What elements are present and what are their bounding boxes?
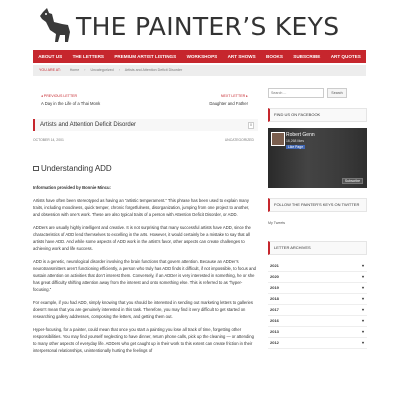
archive-year-item[interactable]: 2020 ▾: [268, 272, 367, 283]
facebook-page-plugin[interactable]: Robert Genn 16,268 likes Like Page Subsc…: [268, 128, 367, 188]
archive-year-item[interactable]: 2019 ▾: [268, 283, 367, 294]
twitter-widget-title: FOLLOW THE PAINTER’S KEYS ON TWITTER: [268, 198, 367, 212]
my-tweets-link[interactable]: My Tweets: [268, 221, 367, 225]
breadcrumb-separator: ›: [84, 68, 86, 72]
article-date: OCTOBER 14, 2001: [33, 138, 64, 142]
nav-item-books[interactable]: BOOKS: [261, 50, 288, 63]
article-paragraph: ADDers are usually highly intelligent an…: [33, 225, 251, 251]
archive-year-label: 2021: [270, 263, 279, 268]
archive-list: 2021 ▾ 2020 ▾ 2019 ▾ 2018 ▾ 2017 ▾ 2016 ▾ 2013…: [268, 261, 367, 349]
next-letter-label[interactable]: NEXT LETTER ▸: [221, 94, 248, 98]
article-body: Information provided by Bonnie Mincu: Ar…: [33, 184, 256, 360]
archive-year-label: 2018: [270, 296, 279, 301]
facebook-profile-thumbnail[interactable]: [271, 132, 285, 146]
chevron-down-icon: ▾: [361, 296, 364, 301]
sidebar: Search FIND US ON FACEBOOK Robert Genn 1…: [268, 88, 367, 349]
page: THE PAINTER’S KEYS ABOUT US THE LETTERS …: [0, 0, 400, 400]
search-input[interactable]: [268, 88, 324, 98]
chevron-down-icon: ▾: [361, 263, 364, 268]
article-category-link[interactable]: UNCATEGORIZED: [225, 138, 254, 142]
post-navigation: ◂ PREVIOUS LETTER A Day in the Life of a…: [33, 94, 256, 114]
article-title: Artists and Attention Deficit Disorder: [40, 122, 137, 128]
archive-year-label: 2020: [270, 274, 279, 279]
main-nav: ABOUT US THE LETTERS PREMIUM ARTIST LIST…: [33, 50, 366, 63]
facebook-subscribe-button[interactable]: Subscribe: [341, 178, 363, 184]
image-placeholder-icon: [33, 165, 39, 171]
nav-item-workshops[interactable]: WORKSHOPS: [181, 50, 222, 63]
archive-year-item[interactable]: 2012 ▾: [268, 338, 367, 349]
article-byline: Information provided by Bonnie Mincu:: [33, 185, 111, 190]
breadcrumb-home-link[interactable]: Home: [70, 68, 80, 72]
nav-item-premium-artist-listings[interactable]: PREMIUM ARTIST LISTINGS: [109, 50, 181, 63]
archive-year-label: 2019: [270, 285, 279, 290]
site-title[interactable]: THE PAINTER’S KEYS: [76, 13, 339, 41]
nav-item-about-us[interactable]: ABOUT US: [33, 50, 67, 63]
nav-item-art-quotes[interactable]: ART QUOTES: [326, 50, 367, 63]
previous-letter-link[interactable]: A Day in the Life of a Thai Monk: [41, 101, 100, 106]
subheading-text: Understanding ADD: [41, 163, 112, 173]
breadcrumb: YOU ARE AT: Home › Uncategorized › Artis…: [33, 65, 366, 76]
previous-letter-label[interactable]: ◂ PREVIOUS LETTER: [41, 94, 77, 98]
article-paragraph: Hyper-focusing, for a painter, could mea…: [33, 327, 254, 353]
breadcrumb-label: YOU ARE AT:: [39, 68, 61, 72]
facebook-page-name[interactable]: Robert Genn: [286, 132, 315, 138]
article-header: Artists and Attention Deficit Disorder 0: [33, 119, 258, 131]
nav-item-the-letters[interactable]: THE LETTERS: [67, 50, 109, 63]
site-header: THE PAINTER’S KEYS: [0, 0, 400, 50]
archive-year-label: 2012: [270, 340, 279, 345]
archive-year-item[interactable]: 2017 ▾: [268, 305, 367, 316]
archive-year-item[interactable]: 2016 ▾: [268, 316, 367, 327]
search-button[interactable]: Search: [327, 88, 347, 98]
archive-year-item[interactable]: 2021 ▾: [268, 261, 367, 272]
chevron-down-icon: ▾: [361, 274, 364, 279]
chevron-down-icon: ▾: [361, 307, 364, 312]
search-form: Search: [268, 88, 367, 98]
chevron-down-icon: ▾: [361, 285, 364, 290]
article-paragraph: For example, if you had ADD, simply know…: [33, 300, 253, 319]
breadcrumb-category-link[interactable]: Uncategorized: [91, 68, 114, 72]
article-paragraph: Artists have often been stereotyped as h…: [33, 198, 250, 217]
chevron-down-icon: ▾: [361, 318, 364, 323]
archives-widget-title: LETTER ARCHIVES: [268, 241, 367, 255]
chevron-down-icon: ▾: [361, 329, 364, 334]
facebook-like-count: 16,268 likes: [286, 139, 305, 143]
chevron-down-icon: ▾: [361, 340, 364, 345]
archive-year-label: 2013: [270, 329, 279, 334]
archive-year-item[interactable]: 2013 ▾: [268, 327, 367, 338]
breadcrumb-separator: ›: [118, 68, 120, 72]
facebook-like-button[interactable]: Like Page: [286, 145, 306, 149]
archive-year-item[interactable]: 2018 ▾: [268, 294, 367, 305]
comment-count-badge[interactable]: 0: [248, 122, 254, 129]
archive-year-label: 2016: [270, 318, 279, 323]
dog-logo-icon[interactable]: [38, 8, 72, 46]
article-meta: OCTOBER 14, 2001 UNCATEGORIZED: [33, 138, 256, 142]
nav-item-art-shows[interactable]: ART SHOWS: [222, 50, 260, 63]
facebook-widget-title: FIND US ON FACEBOOK: [268, 108, 367, 122]
breadcrumb-current: Artists and Attention Deficit Disorder: [124, 68, 183, 72]
archive-year-label: 2017: [270, 307, 279, 312]
next-letter-link[interactable]: Daughter and Father: [209, 101, 248, 106]
article-subheading: Understanding ADD: [33, 162, 112, 174]
article-paragraph: ADD is a genetic, neurological disorder …: [33, 259, 256, 292]
nav-item-subscribe[interactable]: SUBSCRIBE: [288, 50, 325, 63]
